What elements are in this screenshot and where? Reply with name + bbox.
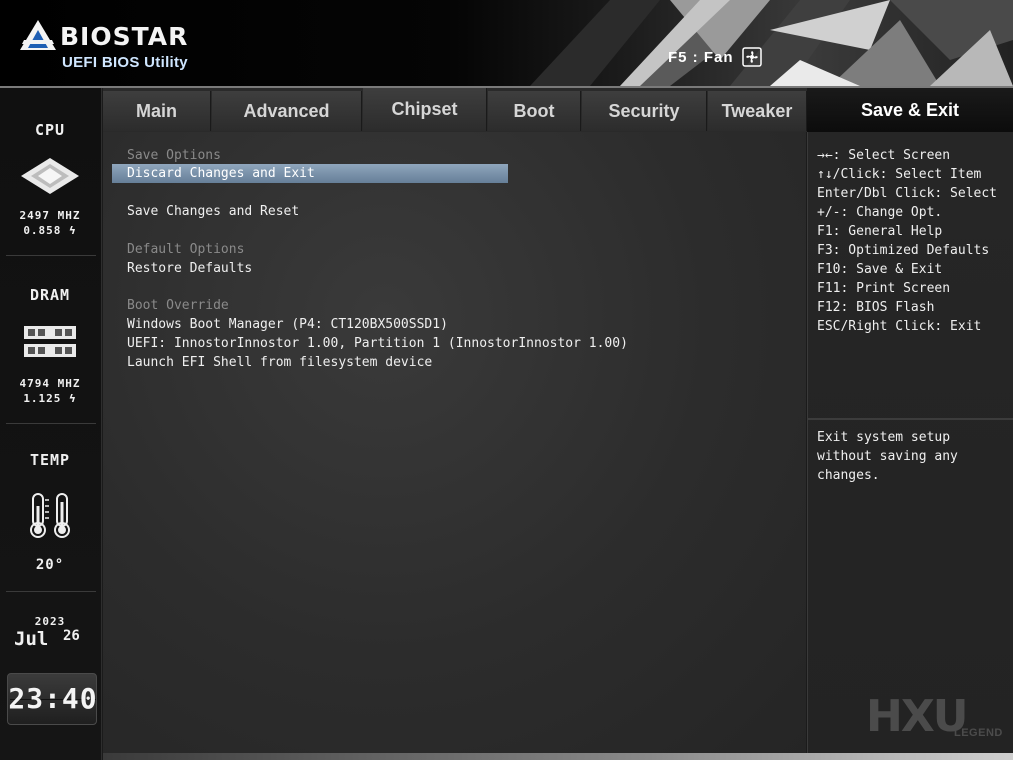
fan-icon xyxy=(741,47,762,67)
dram-voltage: 1.125 ϟ xyxy=(23,392,77,405)
tab-save-exit[interactable]: Save & Exit xyxy=(807,88,1013,132)
watermark-main: HXU xyxy=(866,691,968,742)
watermark-logo: HXU LEGEND xyxy=(866,692,1011,750)
save-options-header: Save Options xyxy=(127,148,221,163)
temp-label: TEMP xyxy=(29,451,71,469)
default-options-header: Default Options xyxy=(127,242,245,257)
system-info-sidebar: CPU 2497 MHZ 0.858 ϟ DRAM 4794 MHZ 1.125… xyxy=(0,88,102,760)
temp-value: 20° xyxy=(35,557,65,573)
help-description-line: Exit system setup xyxy=(817,430,951,445)
clock-time: 23:40 xyxy=(8,682,98,715)
tab-bar: Main Advanced Chipset Boot Security Twea… xyxy=(103,88,807,132)
biostar-logo: BIOSTAR UEFI BIOS Utility xyxy=(18,14,203,74)
sidebar-divider xyxy=(6,591,96,592)
help-key-line: F11: Print Screen xyxy=(817,281,951,296)
help-key-line: F10: Save & Exit xyxy=(817,262,943,277)
tab-advanced[interactable]: Advanced xyxy=(212,91,362,131)
dram-icon xyxy=(24,326,76,357)
date-month: Jul xyxy=(14,628,49,650)
cpu-label: CPU xyxy=(34,121,66,139)
help-key-line: F1: General Help xyxy=(817,224,943,239)
dram-frequency: 4794 MHZ xyxy=(19,377,81,390)
header-decoration xyxy=(530,0,1013,86)
help-divider xyxy=(808,418,1013,420)
boot-override-item-uefi[interactable]: UEFI: InnostorInnostor 1.00, Partition 1… xyxy=(127,334,628,353)
discard-changes-exit-item[interactable]: Discard Changes and Exit xyxy=(112,164,508,183)
help-description-line: without saving any xyxy=(817,449,958,464)
help-panel: →←: Select Screen ↑↓/Click: Select Item … xyxy=(807,132,1013,754)
biostar-logo-icon xyxy=(20,20,56,50)
bottom-edge-bar xyxy=(103,753,1013,760)
fan-hotkey[interactable]: F5 : Fan xyxy=(668,46,762,68)
dram-label: DRAM xyxy=(29,286,71,304)
help-key-line: F3: Optimized Defaults xyxy=(817,243,990,258)
help-key-line: ESC/Right Click: Exit xyxy=(817,319,982,334)
tab-boot[interactable]: Boot xyxy=(488,91,581,131)
boot-override-header: Boot Override xyxy=(127,298,229,313)
help-key-line: +/-: Change Opt. xyxy=(817,205,943,220)
tab-tweaker[interactable]: Tweaker xyxy=(708,91,807,131)
date-year: 2023 xyxy=(34,615,66,628)
sidebar-divider xyxy=(6,423,96,424)
help-key-line: →←: Select Screen xyxy=(817,148,951,163)
save-changes-reset-item[interactable]: Save Changes and Reset xyxy=(127,202,299,221)
sidebar-divider xyxy=(6,255,96,256)
main-menu-panel: Save Options Discard Changes and Exit Sa… xyxy=(103,132,806,754)
boot-override-item-efi-shell[interactable]: Launch EFI Shell from filesystem device xyxy=(127,353,432,372)
cpu-frequency: 2497 MHZ xyxy=(19,209,81,222)
help-key-line: F12: BIOS Flash xyxy=(817,300,935,315)
brand-subtitle: UEFI BIOS Utility xyxy=(62,54,188,71)
boot-override-item-windows[interactable]: Windows Boot Manager (P4: CT120BX500SSD1… xyxy=(127,315,448,334)
thermometer-icon xyxy=(30,493,70,538)
cpu-icon xyxy=(21,158,79,194)
fan-hotkey-label: F5 : Fan xyxy=(668,48,734,66)
header-bar: BIOSTAR UEFI BIOS Utility F5 : Fan xyxy=(0,0,1013,86)
tab-main[interactable]: Main xyxy=(103,91,211,131)
date-day: 26 xyxy=(63,628,80,644)
help-description-line: changes. xyxy=(817,468,880,483)
help-key-line: Enter/Dbl Click: Select xyxy=(817,186,998,201)
help-key-line: ↑↓/Click: Select Item xyxy=(817,167,982,182)
clock-display: 23:40 xyxy=(7,673,97,725)
brand-name: BIOSTAR xyxy=(60,22,189,51)
restore-defaults-item[interactable]: Restore Defaults xyxy=(127,259,252,278)
tab-security[interactable]: Security xyxy=(582,91,707,131)
cpu-voltage: 0.858 ϟ xyxy=(23,224,77,237)
watermark-sub: LEGEND xyxy=(954,727,1003,739)
tab-chipset[interactable]: Chipset xyxy=(363,88,487,131)
